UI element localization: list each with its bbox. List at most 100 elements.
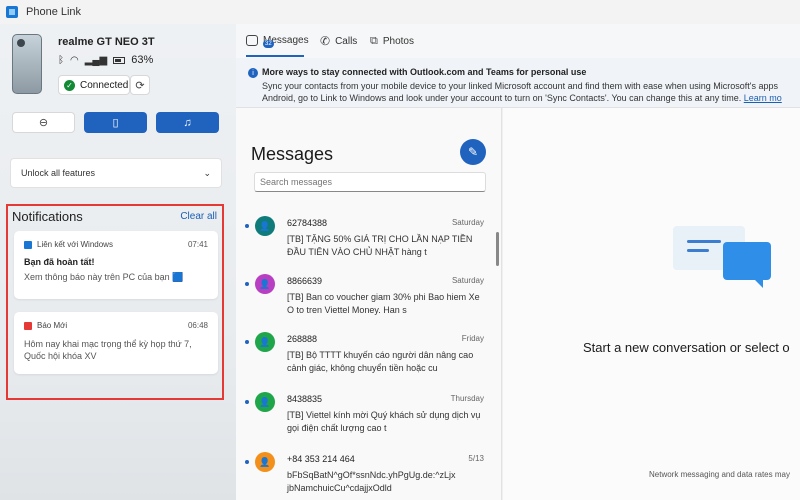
conversation-number: 268888 — [287, 334, 318, 344]
info-icon: i — [248, 68, 258, 78]
conversation-date: Friday — [461, 334, 484, 343]
unread-badge: 32 — [263, 40, 274, 48]
contact-avatar-icon: 👤 — [255, 216, 275, 236]
empty-state-title: Start a new conversation or select o — [583, 340, 790, 355]
wifi-icon: ◠ — [70, 54, 79, 66]
conversation-date: Saturday — [451, 276, 484, 285]
contact-avatar-icon: 👤 — [255, 392, 275, 412]
active-tab-indicator — [246, 55, 304, 57]
conversation-number: +84 353 214 464 — [287, 454, 355, 464]
conversation-number: 8438835 — [287, 394, 323, 404]
banner-line-2: Android, go to Link to Windows and look … — [262, 92, 800, 104]
conversation-item[interactable]: 👤 8438835 Thursday [TB] Viettel kính mời… — [236, 392, 498, 448]
notification-body: Hôm nay khai mạc trọng thể kỳ họp thứ 7,… — [24, 339, 192, 361]
notifications-title: Notifications — [12, 209, 83, 224]
tab-bar: 32 Messages ✆ Calls ⧉ Photos — [236, 24, 800, 58]
tab-calls-label: Calls — [335, 35, 358, 47]
contact-avatar-icon: 👤 — [255, 274, 275, 294]
messages-title: Messages — [251, 144, 334, 164]
device-name: realme GT NEO 3T — [58, 36, 155, 48]
chat-bubbles-icon — [673, 226, 773, 298]
conversation-date: Thursday — [450, 394, 484, 403]
notification-time: 07:41 — [187, 240, 208, 249]
message-icon — [246, 35, 258, 46]
notification-source: Báo Mới — [24, 321, 67, 330]
info-banner: i More ways to stay connected with Outlo… — [236, 58, 800, 108]
refresh-icon: ⟳ — [135, 79, 145, 92]
conversation-preview: bFbSqBatN^gOf*ssnNdc.yhPgUg.de:^zLjx jbN… — [287, 470, 456, 493]
conversation-date: 5/13 — [468, 454, 484, 463]
do-not-disturb-button[interactable]: ⊖ — [12, 112, 75, 133]
music-note-icon: ♫ — [183, 116, 192, 129]
link-to-windows-icon — [24, 240, 32, 249]
refresh-button[interactable]: ⟳ — [130, 75, 150, 95]
clear-all-link[interactable]: Clear all — [180, 211, 217, 222]
photos-icon: ⧉ — [370, 35, 378, 47]
tab-calls[interactable]: ✆ Calls — [320, 35, 357, 47]
conversation-preview: [TB] Bộ TTTT khuyến cáo người dân nâng c… — [287, 350, 474, 373]
notifications-panel: Notifications Clear all Liên kết với Win… — [6, 204, 224, 400]
unlock-label: Unlock all features — [21, 168, 96, 178]
unread-dot — [245, 340, 249, 344]
bao-moi-icon — [24, 321, 32, 330]
conversation-pane: Start a new conversation or select o Net… — [503, 108, 800, 500]
tab-messages[interactable]: 32 Messages — [246, 35, 309, 48]
notification-time: 06:48 — [187, 321, 208, 330]
notification-card[interactable]: Liên kết với Windows 07:41 Bạn đã hoàn t… — [14, 231, 218, 299]
notification-heading: Bạn đã hoàn tất! — [24, 257, 95, 267]
messages-pane: Messages ✎ 👤 62784388 Saturday [TB] TẶNG… — [236, 108, 502, 500]
notification-source-name: Liên kết với Windows — [37, 240, 113, 249]
app-title: Phone Link — [26, 6, 82, 18]
banner-title: More ways to stay connected with Outlook… — [262, 67, 587, 77]
unread-dot — [245, 400, 249, 404]
conversation-preview: [TB] Viettel kính mời Quý khách sử dụng … — [287, 410, 481, 433]
bluetooth-icon: ᛒ — [58, 54, 64, 66]
vibrate-icon: ▯ — [112, 117, 119, 129]
unread-dot — [245, 460, 249, 464]
unread-dot — [245, 224, 249, 228]
battery-icon — [113, 56, 126, 64]
conversation-item[interactable]: 👤 268888 Friday [TB] Bộ TTTT khuyến cáo … — [236, 332, 498, 388]
search-input[interactable] — [254, 172, 486, 192]
conversation-preview: [TB] Ban co voucher giam 30% phi Bao hie… — [287, 292, 480, 315]
contact-avatar-icon: 👤 — [255, 452, 275, 472]
check-icon: ✓ — [64, 79, 75, 91]
unlock-features-dropdown[interactable]: Unlock all features ⌄ — [10, 158, 222, 188]
notification-source: Liên kết với Windows — [24, 240, 113, 249]
media-button[interactable]: ♫ — [156, 112, 219, 133]
chat-bubble-front — [723, 242, 771, 288]
tab-photos[interactable]: ⧉ Photos — [370, 35, 414, 48]
minus-circle-icon: ⊖ — [38, 117, 49, 129]
contact-avatar-icon: 👤 — [255, 332, 275, 352]
conversation-item[interactable]: 👤 8866639 Saturday [TB] Ban co voucher g… — [236, 274, 498, 330]
connection-status-label: Connected — [80, 79, 129, 91]
phone-icon: ✆ — [320, 34, 331, 48]
conversation-preview: [TB] TẶNG 50% GIÁ TRỊ CHO LẦN NẠP TIỀN Đ… — [287, 234, 473, 257]
learn-more-link[interactable]: Learn mo — [744, 93, 782, 103]
conversation-number: 8866639 — [287, 276, 323, 286]
conversation-number: 62784388 — [287, 218, 328, 228]
rates-note: Network messaging and data rates may — [649, 470, 790, 479]
compose-button[interactable]: ✎ — [460, 139, 486, 165]
signal-icon: ▂▄▆ — [84, 54, 108, 66]
notification-source-name: Báo Mới — [37, 321, 68, 330]
device-status-row: ᛒ ◠ ▂▄▆ 63% — [58, 54, 153, 66]
title-bar: Phone Link — [0, 0, 800, 24]
left-pane: realme GT NEO 3T ᛒ ◠ ▂▄▆ 63% ✓ Connected… — [0, 24, 236, 500]
battery-level: 63% — [131, 54, 154, 66]
phone-link-logo-icon — [6, 6, 18, 18]
conversation-item[interactable]: 👤 62784388 Saturday [TB] TẶNG 50% GIÁ TR… — [236, 216, 498, 272]
notification-card[interactable]: Báo Mới 06:48 Hôm nay khai mạc trọng thể… — [14, 312, 218, 374]
conversation-item[interactable]: 👤 +84 353 214 464 5/13 bFbSqBatN^gOf*ssn… — [236, 452, 498, 500]
banner-line-1: Sync your contacts from your mobile devi… — [262, 81, 778, 91]
chevron-down-icon: ⌄ — [203, 167, 211, 178]
banner-text: Sync your contacts from your mobile devi… — [262, 80, 800, 104]
connection-status[interactable]: ✓ Connected — [58, 75, 130, 95]
banner-line-2-text: Android, go to Link to Windows and look … — [262, 93, 742, 103]
compose-icon: ✎ — [467, 145, 479, 159]
unread-dot — [245, 282, 249, 286]
conversation-date: Saturday — [451, 218, 484, 227]
vibrate-button[interactable]: ▯ — [84, 112, 147, 133]
tab-photos-label: Photos — [382, 36, 414, 47]
notification-body: Xem thông báo này trên PC của bạn 🟦 — [24, 272, 184, 282]
